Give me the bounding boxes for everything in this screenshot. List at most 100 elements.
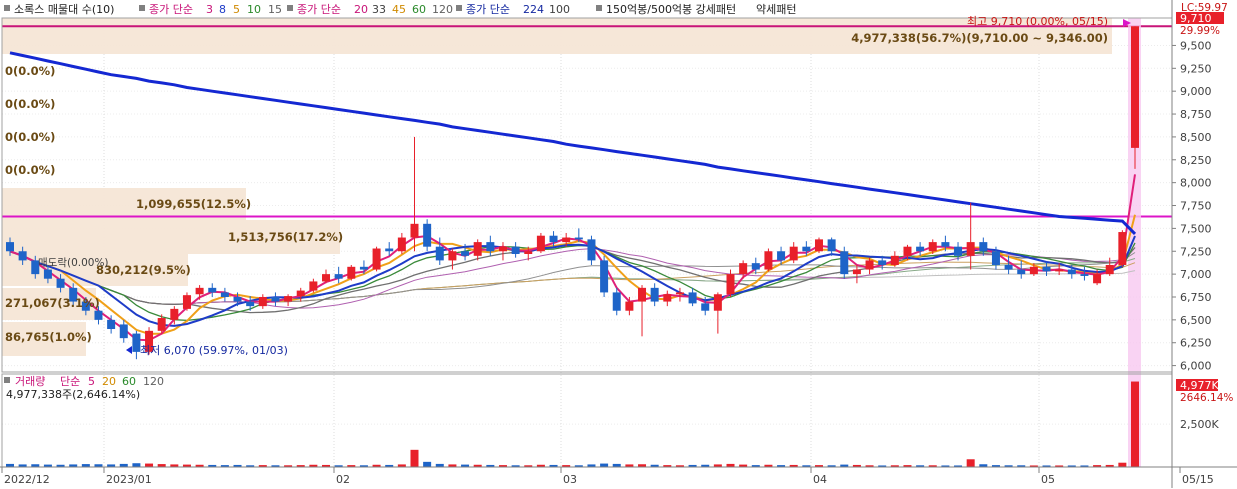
candle-body bbox=[6, 242, 14, 252]
candle-body bbox=[309, 281, 318, 291]
candle-body bbox=[182, 295, 191, 309]
candle-body bbox=[713, 294, 722, 311]
candle-body bbox=[423, 223, 432, 247]
legend-square-icon bbox=[596, 5, 602, 11]
candle-body bbox=[638, 287, 647, 302]
current-volume: 4,977K bbox=[1180, 379, 1219, 392]
volume-ma20: 20 bbox=[102, 375, 116, 388]
legend-ma-long-label: 종가 단순 bbox=[466, 3, 510, 16]
candle-body bbox=[764, 251, 773, 270]
candle-body bbox=[1055, 269, 1064, 272]
current-price-pct: 29.99% bbox=[1180, 25, 1220, 37]
x-tick-label: 04 bbox=[813, 473, 827, 486]
candle-body bbox=[587, 239, 596, 261]
high-label: 최고 9,710 (0.00%, 05/15) bbox=[967, 15, 1108, 28]
candle-body bbox=[827, 239, 836, 252]
candle-body bbox=[1118, 232, 1127, 265]
price-tick-label: 8,750 bbox=[1180, 108, 1212, 121]
volume-bar bbox=[600, 463, 609, 467]
low-label: 최저 6,070 (59.97%, 01/03) bbox=[140, 344, 288, 357]
volume-legend-ma-label: 단순 bbox=[60, 375, 80, 388]
candle-body bbox=[802, 246, 811, 252]
legend-ma-label: 종가 단순 bbox=[149, 3, 193, 16]
candle-body bbox=[296, 290, 305, 297]
price-tick-label: 6,500 bbox=[1180, 314, 1212, 327]
candle-body bbox=[1131, 26, 1139, 148]
x-tick-label: 2022/12 bbox=[4, 473, 50, 486]
price-tick-label: 6,750 bbox=[1180, 291, 1212, 304]
vp-label-2: 1,513,756(17.2%) bbox=[228, 230, 343, 244]
candle-body bbox=[625, 301, 634, 311]
candle-body bbox=[1067, 269, 1076, 275]
candle-body bbox=[271, 296, 280, 302]
price-tick-label: 6,250 bbox=[1180, 337, 1212, 350]
candle-body bbox=[1080, 274, 1089, 276]
candle-body bbox=[410, 223, 419, 238]
candle-body bbox=[258, 296, 267, 307]
candle-body bbox=[347, 266, 356, 279]
candle-body bbox=[157, 318, 166, 331]
vp-zero-3: 0(0.0%) bbox=[5, 130, 55, 144]
candle-body bbox=[385, 248, 394, 252]
vp-label-1: 1,099,655(12.5%) bbox=[136, 197, 251, 211]
candle-body bbox=[878, 260, 887, 265]
candle-body bbox=[562, 237, 571, 243]
candle-body bbox=[220, 292, 229, 297]
candle-body bbox=[486, 242, 495, 252]
candle-body bbox=[688, 292, 697, 304]
legend-square-icon bbox=[287, 5, 293, 11]
price-tick-label: 7,000 bbox=[1180, 268, 1212, 281]
candle-body bbox=[574, 237, 583, 240]
price-tick-label: 8,250 bbox=[1180, 154, 1212, 167]
legend-ma15: 15 bbox=[268, 3, 282, 16]
volume-bar bbox=[1131, 381, 1139, 467]
candle-body bbox=[650, 287, 659, 302]
volume-ma5: 5 bbox=[88, 375, 95, 388]
volume-legend-label: 거래량 bbox=[15, 375, 45, 388]
candle-body bbox=[322, 274, 331, 282]
candle-body bbox=[941, 242, 950, 247]
price-tick-label: 7,500 bbox=[1180, 222, 1212, 235]
candle-body bbox=[549, 235, 558, 243]
volume-ma60: 60 bbox=[122, 375, 136, 388]
legend-ma60: 60 bbox=[412, 3, 426, 16]
candle-body bbox=[1105, 264, 1114, 275]
volume-bar bbox=[145, 463, 154, 467]
legend-ma120: 120 bbox=[432, 3, 453, 16]
x-tick-label: 05 bbox=[1041, 473, 1055, 486]
volume-bar bbox=[132, 463, 141, 467]
candle-body bbox=[777, 251, 786, 261]
candle-body bbox=[1042, 266, 1051, 272]
candle-body bbox=[1017, 269, 1026, 275]
candle-body bbox=[751, 263, 760, 270]
legend-square-icon bbox=[139, 5, 145, 11]
candle-body bbox=[208, 287, 217, 293]
candle-body bbox=[524, 251, 533, 254]
candle-body bbox=[233, 296, 242, 302]
candle-body bbox=[461, 251, 470, 256]
volume-bar bbox=[423, 461, 432, 467]
candle-body bbox=[397, 237, 406, 252]
price-tick-label: 9,250 bbox=[1180, 62, 1212, 75]
legend-ma100: 100 bbox=[549, 3, 570, 16]
legend-ma20: 20 bbox=[354, 3, 368, 16]
legend-square-icon bbox=[4, 5, 10, 11]
candle-body bbox=[979, 242, 988, 252]
candle-body bbox=[991, 251, 1000, 265]
candle-body bbox=[954, 246, 963, 256]
candle-body bbox=[739, 263, 748, 275]
legend-title: 소록스 매물대 수(10) bbox=[14, 3, 114, 16]
vp-label-5: 86,765(1.0%) bbox=[5, 330, 92, 344]
legend-square-icon bbox=[456, 5, 462, 11]
candle-body bbox=[107, 319, 116, 330]
candle-body bbox=[966, 242, 975, 256]
vp-label-4: 271,067(3.1%) bbox=[5, 296, 100, 310]
price-tick-label: 9,500 bbox=[1180, 39, 1212, 52]
legend-ma33: 33 bbox=[372, 3, 386, 16]
candle-body bbox=[435, 246, 444, 261]
sell-label: 매도락(0.00%) bbox=[38, 257, 109, 269]
volume-bar bbox=[410, 449, 419, 467]
current-price: 9,710 bbox=[1180, 12, 1212, 25]
volume-today: 4,977,338주(2,646.14%) bbox=[6, 388, 140, 401]
legend-ma10: 10 bbox=[247, 3, 261, 16]
